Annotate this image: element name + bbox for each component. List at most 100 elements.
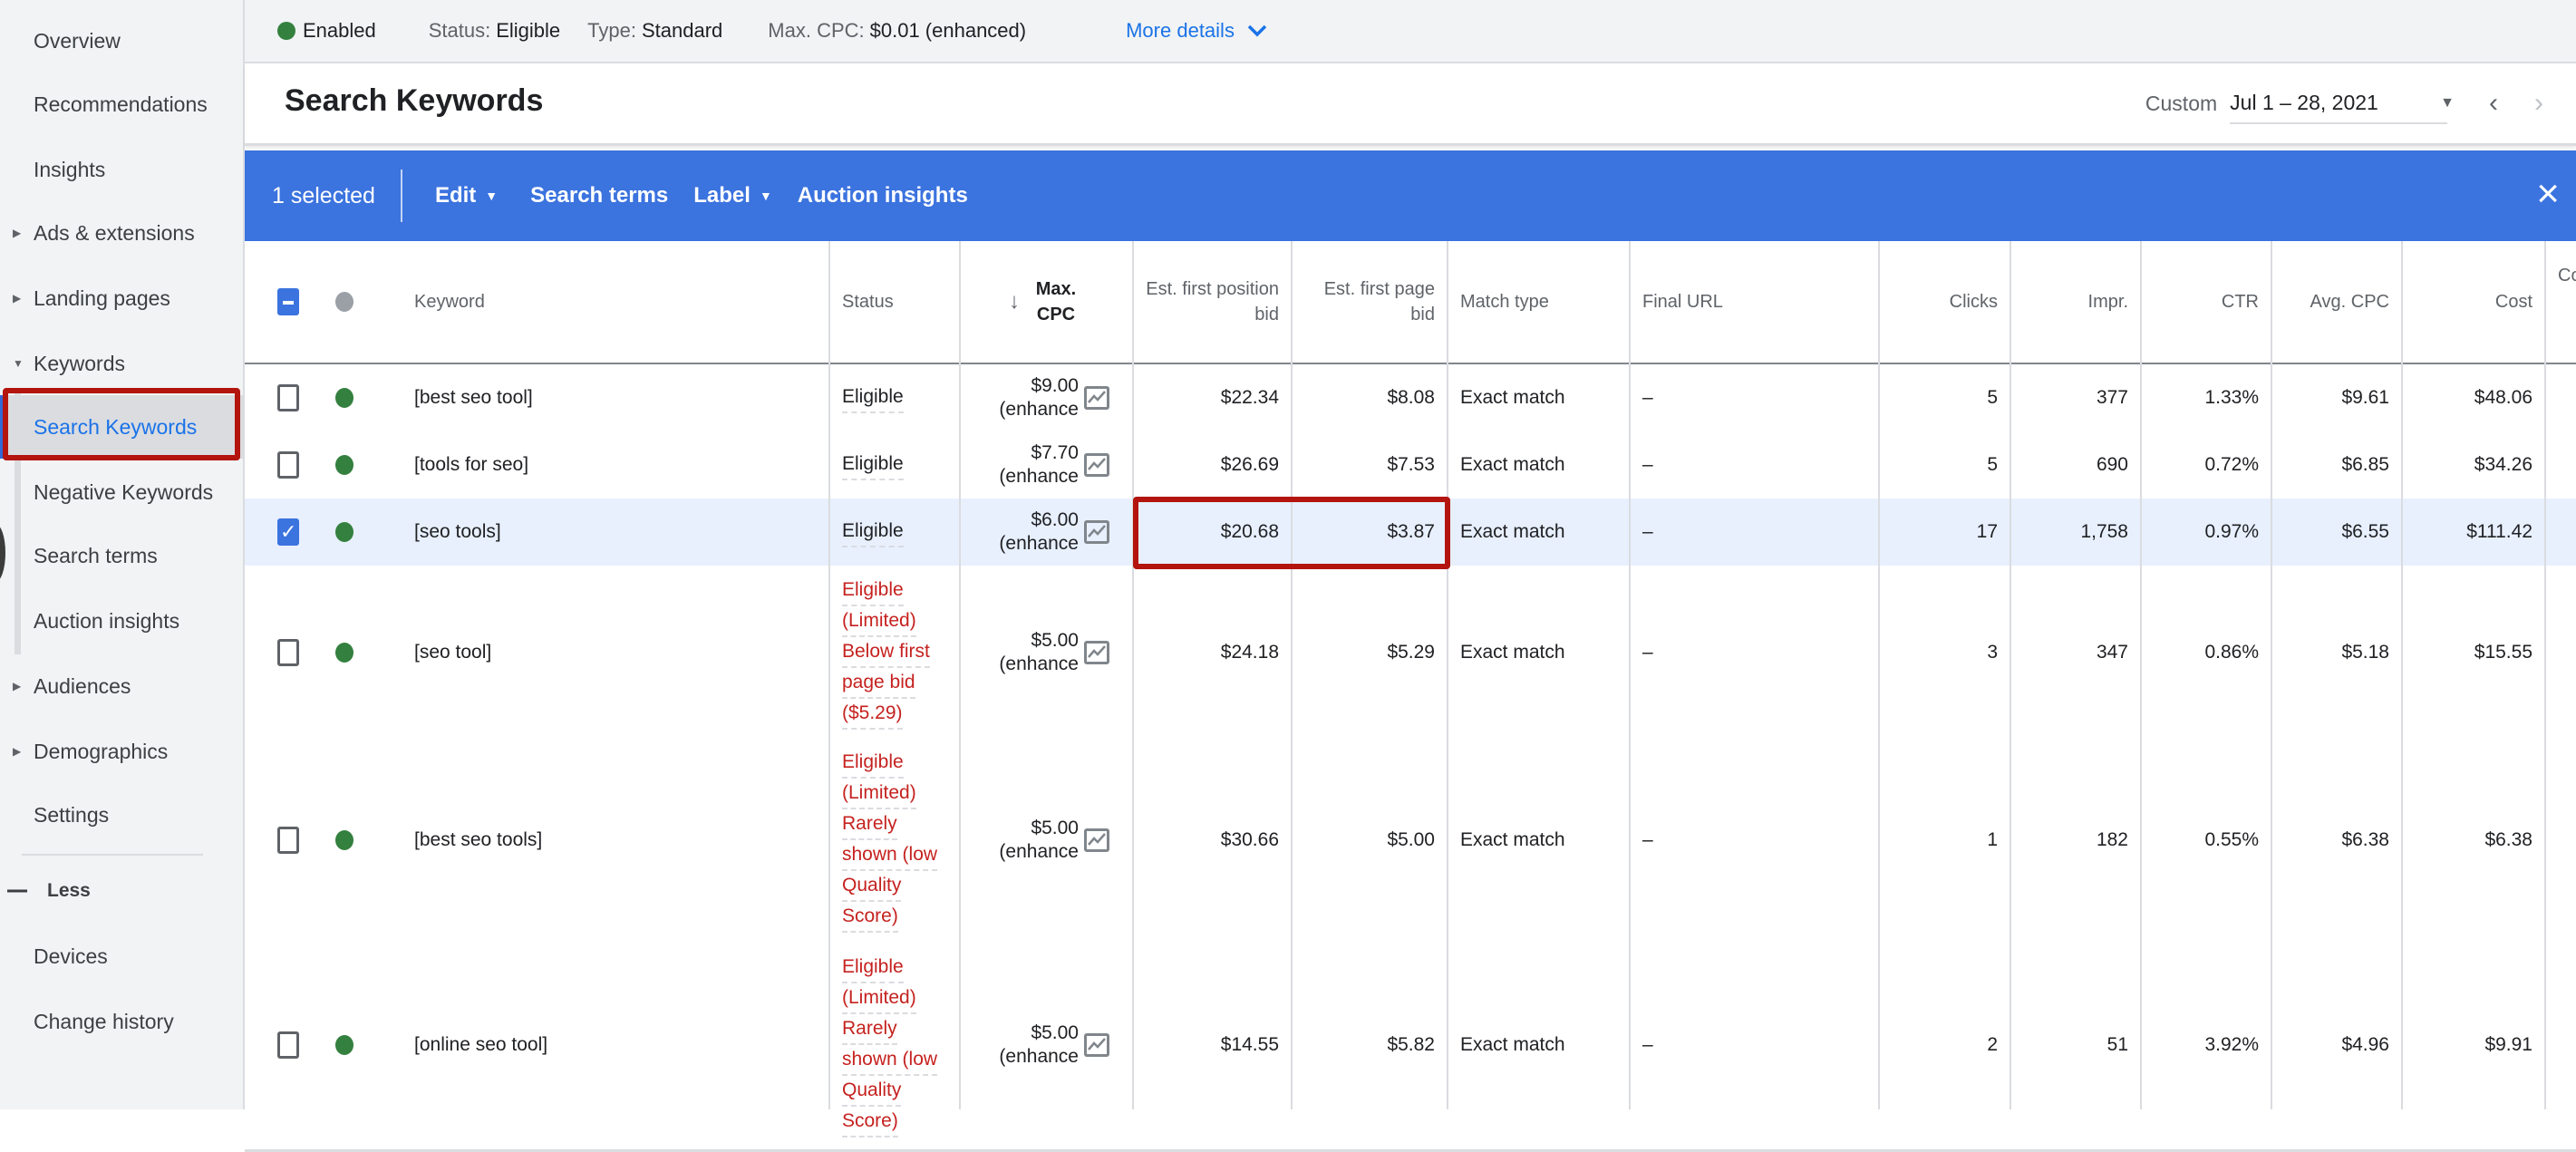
sidebar-item-auction-insights[interactable]: Auction insights [0,589,243,653]
status-filter-dot-icon[interactable] [335,292,353,312]
row-checkbox[interactable] [277,639,299,666]
sidebar-item-landing-pages[interactable]: ▶ Landing pages [0,266,243,330]
sidebar-item-overview[interactable]: Overview [0,9,243,73]
edit-menu-button[interactable]: Edit ▼ [435,183,498,208]
bid-chart-icon[interactable] [1084,1033,1109,1057]
sidebar-item-search-keywords[interactable]: Search Keywords [0,395,243,459]
bid-chart-icon[interactable] [1084,386,1109,410]
sidebar-less-toggle[interactable]: Less [0,859,243,923]
status-text[interactable]: Eligible [842,382,904,413]
column-header-clicks[interactable]: Clicks [1879,241,2010,363]
row-checkbox[interactable] [277,384,299,411]
bid-chart-icon[interactable] [1084,641,1109,664]
row-checkbox[interactable] [277,827,299,854]
column-header-est-first-position-bid[interactable]: Est. first position bid [1133,241,1292,363]
enabled-status-dot-icon[interactable] [335,1035,353,1055]
bid-chart-icon[interactable] [1084,520,1109,544]
auction-insights-button[interactable]: Auction insights [798,183,968,208]
table-row[interactable]: [best seo tool] Eligible $9.00 (enhance $22.… [245,364,2576,434]
expand-right-icon[interactable]: ▶ [13,227,21,239]
sidebar-item-settings[interactable]: Settings [0,783,243,847]
column-header-match-type[interactable]: Match type [1448,241,1630,363]
sidebar-item-search-terms[interactable]: Search terms [0,524,243,587]
expand-down-icon[interactable]: ▼ [13,357,24,370]
keyword-cell[interactable]: [best seo tools] [402,740,829,941]
keyword-cell[interactable]: [seo tools] [402,499,829,566]
row-checkbox[interactable] [277,1031,299,1059]
search-terms-button[interactable]: Search terms [530,183,668,208]
date-range-dropdown[interactable]: Jul 1 – 28, 2021 [2230,91,2448,124]
table-row[interactable]: [tools for seo] Eligible $7.70 (enhance $26.… [245,431,2576,501]
table-row[interactable]: [seo tool] Eligible (Limited) Below first pa… [245,566,2576,742]
column-header-max-cpc[interactable]: ↓ Max. CPC [960,241,1132,363]
max-cpc-cell[interactable]: $5.00 (enhance [960,941,1133,1149]
column-header-final-url[interactable]: Final URL [1630,241,1879,363]
sidebar-item-ads-extensions[interactable]: ▶ Ads & extensions [0,201,243,265]
table-row[interactable]: [online seo tool] Eligible (Limited) Rarely… [245,941,2576,1152]
max-cpc-cell[interactable]: $5.00 (enhance [960,740,1133,941]
status-text[interactable]: Eligible (Limited) Rarely shown (low Quality… [842,953,938,1137]
column-header-ctr[interactable]: CTR [2141,241,2271,363]
sidebar-item-change-history[interactable]: Change history [0,990,243,1053]
column-header-cost[interactable]: Cost [2402,241,2545,363]
column-divider[interactable] [2401,241,2403,1109]
close-icon[interactable]: × [2536,174,2560,214]
status-text[interactable]: Eligible (Limited) Below first page bid ($5.… [842,576,930,730]
enabled-status-dot-icon[interactable] [335,643,353,663]
max-cpc-cell[interactable]: $6.00 (enhance [960,499,1133,566]
sidebar-item-audiences[interactable]: ▶ Audiences [0,654,243,718]
sidebar-item-insights[interactable]: Insights [0,138,243,201]
expand-right-icon[interactable]: ▶ [13,745,21,758]
column-divider[interactable] [1878,241,1880,1109]
column-header-keyword[interactable]: Keyword [402,241,829,363]
enabled-status-dot-icon[interactable] [335,522,353,542]
column-divider[interactable] [1291,241,1293,1109]
status-text[interactable]: Eligible (Limited) Rarely shown (low Quality… [842,748,938,933]
max-cpc-cell[interactable]: $7.70 (enhance [960,431,1133,499]
column-divider[interactable] [828,241,830,1109]
more-details-link[interactable]: More details [1126,19,1267,43]
bid-chart-icon[interactable] [1084,453,1109,477]
caret-down-icon[interactable]: ▼ [2440,95,2455,111]
column-divider[interactable] [1629,241,1631,1109]
sidebar-item-demographics[interactable]: ▶ Demographics [0,720,243,783]
expand-right-icon[interactable]: ▶ [13,680,21,692]
keyword-cell[interactable]: [tools for seo] [402,431,829,499]
column-divider[interactable] [2009,241,2011,1109]
sidebar-item-recommendations[interactable]: Recommendations [0,73,243,136]
sidebar-item-devices[interactable]: Devices [0,925,243,988]
table-row[interactable]: ✓ [seo tools] Eligible $6.00 (enhance $20.68 $… [245,499,2576,568]
enabled-status-dot-icon[interactable] [335,388,353,408]
select-all-checkbox[interactable] [277,288,299,315]
sidebar-item-keywords[interactable]: ▼ Keywords [0,332,243,395]
table-row[interactable]: [best seo tools] Eligible (Limited) Rarely s… [245,740,2576,944]
expand-right-icon[interactable]: ▶ [13,292,21,305]
column-divider[interactable] [1447,241,1448,1109]
label-menu-button[interactable]: Label ▼ [693,183,772,208]
keyword-cell[interactable]: [seo tool] [402,566,829,740]
status-text[interactable]: Eligible [842,517,904,547]
keyword-cell[interactable]: [best seo tool] [402,364,829,431]
column-header-avg-cpc[interactable]: Avg. CPC [2271,241,2402,363]
column-divider[interactable] [2140,241,2142,1109]
column-header-partial[interactable]: Co [2545,241,2576,363]
bid-chart-icon[interactable] [1084,828,1109,852]
keyword-cell[interactable]: [online seo tool] [402,941,829,1149]
chevron-right-icon[interactable]: › [2516,88,2561,119]
chevron-left-icon[interactable]: ‹ [2471,88,2516,119]
column-divider[interactable] [2271,241,2272,1109]
sidebar-item-negative-keywords[interactable]: Negative Keywords [0,460,243,524]
status-text[interactable]: Eligible [842,450,904,480]
column-header-impr[interactable]: Impr. [2010,241,2141,363]
column-header-est-first-page-bid[interactable]: Est. first page bid [1292,241,1448,363]
max-cpc-cell[interactable]: $9.00 (enhance [960,364,1133,431]
column-header-status[interactable]: Status [829,241,960,363]
column-divider[interactable] [1132,241,1134,1109]
enabled-status-dot-icon[interactable] [335,830,353,850]
column-divider[interactable] [2544,241,2546,1109]
enabled-status-dot-icon[interactable] [335,455,353,475]
row-checkbox[interactable] [277,451,299,479]
column-divider[interactable] [959,241,961,1109]
max-cpc-cell[interactable]: $5.00 (enhance [960,566,1133,740]
row-checkbox[interactable]: ✓ [277,518,299,546]
